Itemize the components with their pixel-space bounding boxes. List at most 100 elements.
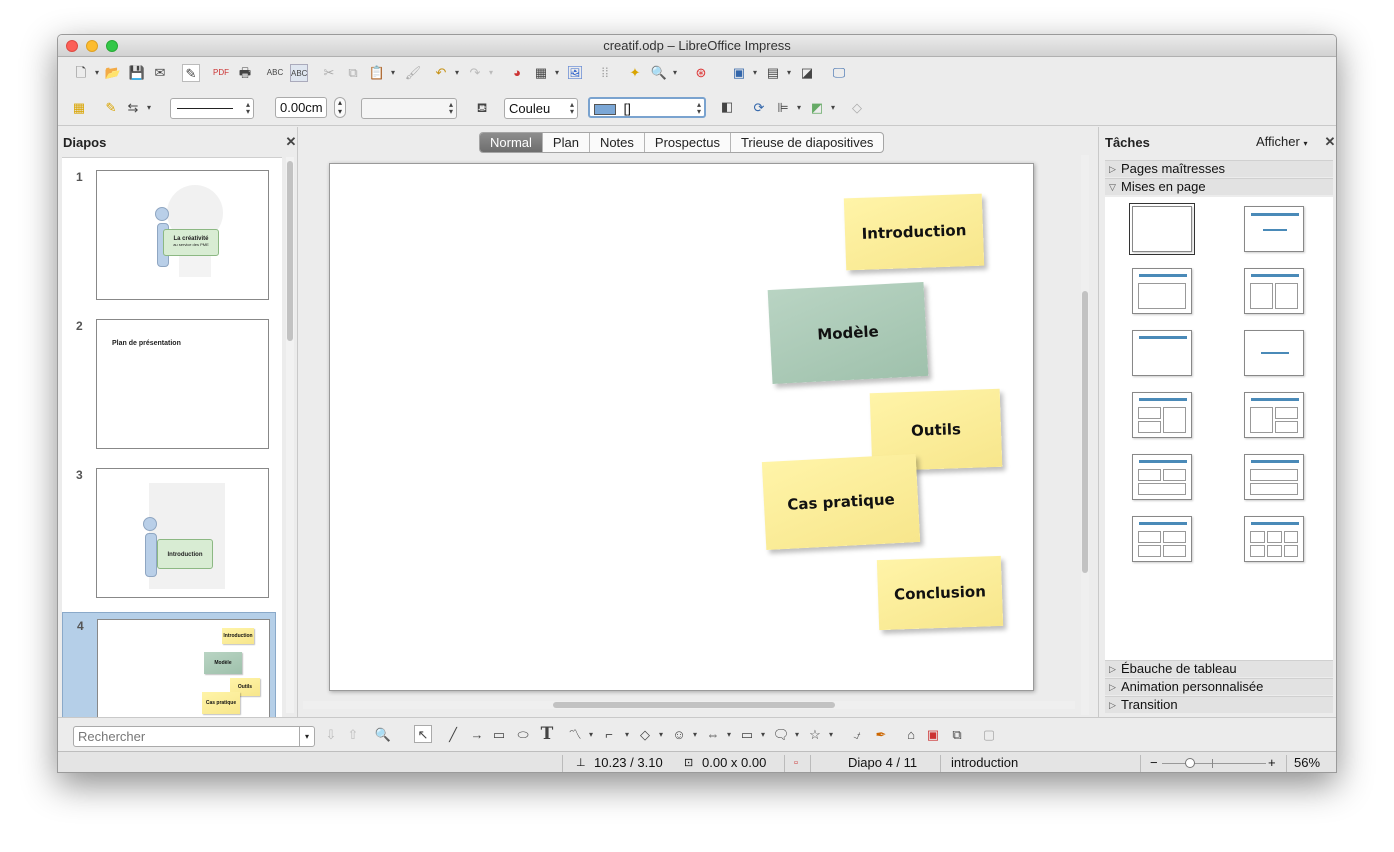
- sticky-note-modele[interactable]: Modèle: [767, 281, 929, 385]
- line-width-field[interactable]: 0.00cm: [275, 97, 327, 118]
- close-window-button[interactable]: [66, 40, 78, 52]
- section-transition[interactable]: ▷ Transition: [1105, 696, 1333, 713]
- fontwork-icon[interactable]: ✒: [872, 726, 890, 744]
- zoom-window-button[interactable]: [106, 40, 118, 52]
- insert-image-icon[interactable]: 🖼: [566, 64, 584, 82]
- zoom-slider-handle[interactable]: [1185, 758, 1195, 768]
- scrollbar-thumb[interactable]: [553, 702, 835, 708]
- layout-title-slide[interactable]: [1244, 206, 1304, 252]
- spellcheck-icon[interactable]: ABC: [266, 64, 284, 82]
- select-arrow-icon[interactable]: ↖: [414, 725, 432, 743]
- slide-thumbnail-1[interactable]: 1 La créativité au service des PME: [62, 164, 276, 304]
- tab-plan[interactable]: Plan: [543, 133, 590, 152]
- close-icon[interactable]: ✕: [1321, 133, 1336, 151]
- layout-title-2-content-over-content[interactable]: [1132, 454, 1192, 500]
- slide-thumbnail-2[interactable]: 2 Plan de présentation: [62, 313, 276, 453]
- layout-title-content-over-content[interactable]: [1244, 454, 1304, 500]
- gallery-icon[interactable]: ▣: [924, 726, 942, 744]
- section-layouts[interactable]: ▽ Mises en page: [1105, 178, 1333, 195]
- slide-thumbnail-4[interactable]: 4 Introduction Modèle Outils Cas pratiqu…: [62, 612, 276, 717]
- layout-blank[interactable]: [1129, 203, 1195, 255]
- save-icon[interactable]: 💾: [128, 64, 146, 82]
- clone-formatting-icon[interactable]: 🖌: [404, 64, 422, 82]
- scrollbar-thumb[interactable]: [287, 161, 293, 341]
- shadow-icon[interactable]: ◧: [718, 98, 736, 116]
- styles-icon[interactable]: ▦: [70, 99, 88, 117]
- chevron-down-icon[interactable]: ▾: [666, 64, 684, 82]
- tab-normal[interactable]: Normal: [480, 133, 543, 152]
- star-icon[interactable]: ✦: [626, 64, 644, 82]
- extrusion-icon[interactable]: ⧉: [948, 726, 966, 744]
- chevron-down-icon[interactable]: ▾: [686, 726, 704, 744]
- line-width-stepper[interactable]: ▴ ▾: [334, 97, 346, 118]
- toggle-3d-icon[interactable]: ▢: [980, 726, 998, 744]
- slideshow-icon[interactable]: 🖵: [830, 64, 848, 82]
- chevron-down-icon[interactable]: ▾: [482, 64, 500, 82]
- email-icon[interactable]: ✉: [151, 64, 169, 82]
- section-table-design[interactable]: ▷ Ébauche de tableau: [1105, 660, 1333, 677]
- layout-title-only[interactable]: [1132, 330, 1192, 376]
- sticky-note-cas-pratique[interactable]: Cas pratique: [761, 454, 921, 550]
- chevron-down-icon[interactable]: ▾: [824, 99, 842, 117]
- section-custom-animation[interactable]: ▷ Animation personnalisée: [1105, 678, 1333, 695]
- edit-mode-icon[interactable]: ✎: [182, 64, 200, 82]
- points-edit-icon[interactable]: ⍻: [848, 726, 866, 744]
- find-next-icon[interactable]: ⇧: [344, 726, 362, 744]
- search-input[interactable]: Rechercher: [73, 726, 315, 747]
- layout-title-content[interactable]: [1132, 268, 1192, 314]
- line-icon[interactable]: ✎: [102, 99, 120, 117]
- chevron-down-icon[interactable]: ▾: [618, 726, 636, 744]
- text-tool-icon[interactable]: T: [538, 725, 556, 743]
- minimize-window-button[interactable]: [86, 40, 98, 52]
- points-icon[interactable]: ◇: [848, 99, 866, 117]
- zoom-level[interactable]: 56%: [1294, 752, 1320, 772]
- section-master-pages[interactable]: ▷ Pages maîtresses: [1105, 160, 1333, 177]
- zoom-slider[interactable]: [1162, 763, 1266, 764]
- fill-bucket-icon[interactable]: ⛾: [473, 99, 491, 117]
- rectangle-icon[interactable]: ▭: [490, 726, 508, 744]
- slide-canvas[interactable]: Introduction Modèle Outils Cas pratique …: [329, 163, 1034, 691]
- layout-centered-text[interactable]: [1244, 330, 1304, 376]
- document-modified-icon[interactable]: ▫: [794, 752, 798, 772]
- slides-scrollbar[interactable]: [286, 157, 294, 713]
- find-replace-icon[interactable]: 🔍: [374, 726, 392, 744]
- layout-title-4-content[interactable]: [1132, 516, 1192, 562]
- grid-icon[interactable]: ⁞⁞: [596, 64, 614, 82]
- chevron-down-icon[interactable]: ▾: [720, 726, 738, 744]
- tab-notes[interactable]: Notes: [590, 133, 645, 152]
- fill-color-select[interactable]: [] ▴ ▾: [588, 97, 706, 118]
- tab-prospectus[interactable]: Prospectus: [645, 133, 731, 152]
- chevron-down-icon[interactable]: ▾: [780, 64, 798, 82]
- editor-vertical-scrollbar[interactable]: [1081, 155, 1089, 715]
- layout-title-2-content[interactable]: [1244, 268, 1304, 314]
- layout-title-content-2-content[interactable]: [1244, 392, 1304, 438]
- insert-image-icon[interactable]: ⌂: [902, 726, 920, 744]
- chevron-down-icon[interactable]: ▾: [652, 726, 670, 744]
- slides-list[interactable]: 1 La créativité au service des PME 2 Pla…: [62, 157, 282, 717]
- slide-thumbnail-3[interactable]: 3 Introduction: [62, 462, 276, 602]
- chevron-down-icon[interactable]: ▾: [790, 99, 808, 117]
- layout-title-6-content[interactable]: [1244, 516, 1304, 562]
- chevron-down-icon[interactable]: ▾: [140, 99, 158, 117]
- chevron-down-icon[interactable]: ▾: [746, 64, 764, 82]
- view-menu-button[interactable]: Afficher ▾: [1256, 134, 1307, 149]
- cut-icon[interactable]: ✂: [320, 64, 338, 82]
- chevron-down-icon[interactable]: ▾: [582, 726, 600, 744]
- scrollbar-thumb[interactable]: [1082, 291, 1088, 573]
- zoom-out-button[interactable]: −: [1150, 752, 1158, 772]
- layout-title-2-content-content[interactable]: [1132, 392, 1192, 438]
- connector-icon[interactable]: ⌐: [600, 726, 618, 744]
- line-style-select[interactable]: ▴ ▾: [170, 98, 254, 119]
- sticky-note-introduction[interactable]: Introduction: [843, 193, 985, 271]
- chevron-down-icon[interactable]: ▾: [788, 726, 806, 744]
- zoom-in-button[interactable]: +: [1268, 752, 1276, 772]
- open-folder-icon[interactable]: 📂: [104, 64, 122, 82]
- chevron-down-icon[interactable]: ▾: [822, 726, 840, 744]
- print-icon[interactable]: 🖶: [236, 64, 254, 82]
- close-icon[interactable]: ✕: [282, 133, 300, 151]
- ellipse-icon[interactable]: ⬭: [514, 726, 532, 744]
- chevron-down-icon[interactable]: ▾: [448, 64, 466, 82]
- line-tool-icon[interactable]: ╱: [444, 726, 462, 744]
- sticky-note-conclusion[interactable]: Conclusion: [876, 555, 1004, 631]
- line-arrow-icon[interactable]: →: [468, 726, 486, 744]
